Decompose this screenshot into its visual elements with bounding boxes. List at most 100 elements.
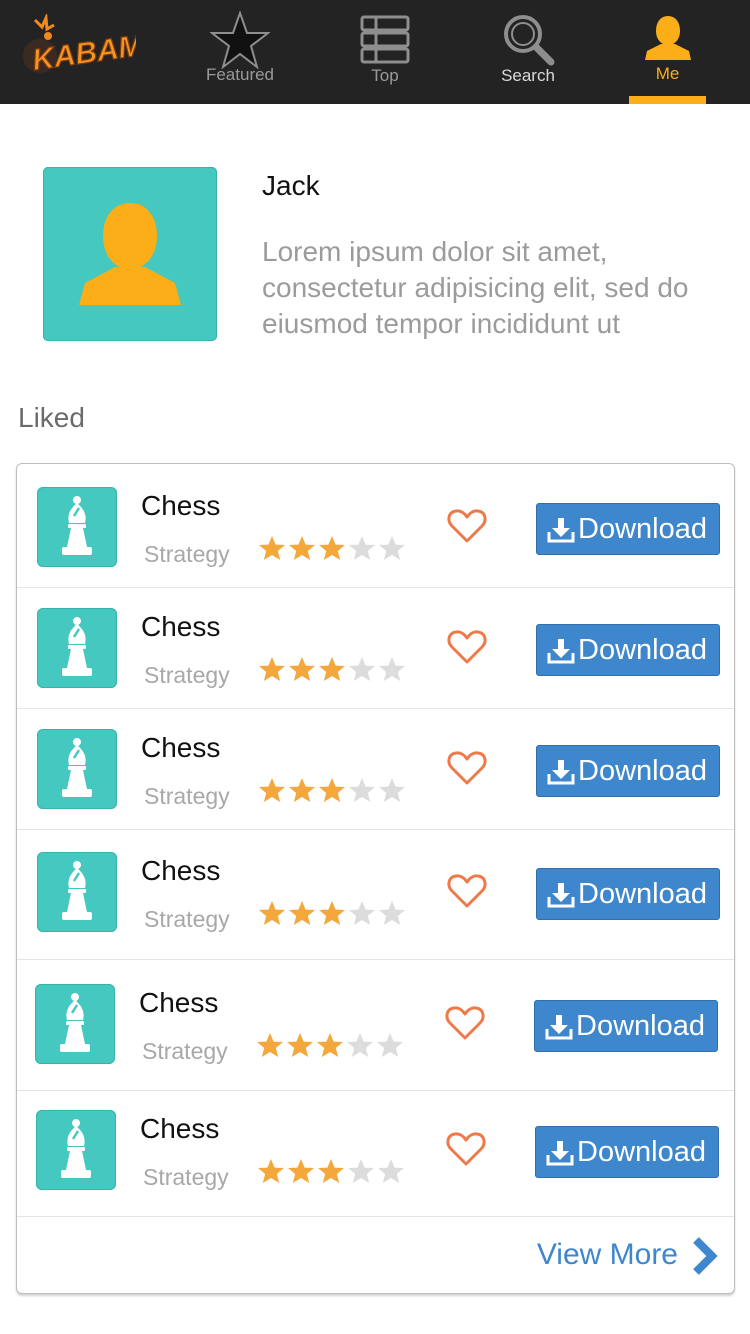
app-name: Chess bbox=[139, 987, 219, 1018]
chess-app-icon[interactable] bbox=[37, 852, 117, 932]
star-icon bbox=[378, 1159, 404, 1183]
star-icon bbox=[289, 657, 315, 681]
star-icon bbox=[289, 901, 315, 925]
chess-bishop-icon bbox=[62, 738, 92, 797]
app-list-item[interactable]: Chess Strategy Download bbox=[17, 1091, 734, 1217]
download-icon bbox=[547, 639, 575, 664]
app-name: Chess bbox=[141, 732, 221, 763]
download-button-label: Download bbox=[578, 634, 707, 666]
star-icon bbox=[289, 536, 315, 560]
search-icon bbox=[504, 15, 555, 66]
star-icon bbox=[259, 778, 285, 802]
chess-bishop-icon bbox=[62, 617, 92, 676]
star-icon bbox=[259, 536, 285, 560]
download-icon bbox=[547, 518, 575, 543]
nav-tab-me[interactable]: Me bbox=[629, 0, 706, 104]
app-category: Strategy bbox=[143, 1164, 229, 1190]
nav-tab-search[interactable]: Search bbox=[488, 0, 568, 104]
chess-app-icon[interactable] bbox=[37, 729, 117, 809]
nav-tab-top[interactable]: Top bbox=[345, 0, 425, 104]
star-icon bbox=[288, 1159, 314, 1183]
app-list-item[interactable]: Chess Strategy Download bbox=[17, 830, 734, 960]
nav-label-top: Top bbox=[371, 66, 399, 85]
download-button-label: Download bbox=[577, 1136, 706, 1168]
chess-bishop-icon bbox=[62, 861, 92, 920]
star-icon bbox=[259, 657, 285, 681]
app-category: Strategy bbox=[144, 783, 230, 809]
chevron-right-icon bbox=[693, 1237, 718, 1275]
star-icon bbox=[210, 11, 270, 69]
app-list-item[interactable]: Chess Strategy Download bbox=[17, 464, 734, 588]
star-icon bbox=[379, 778, 405, 802]
app-list-item[interactable]: Chess Strategy Download bbox=[17, 709, 734, 830]
star-icon bbox=[319, 536, 345, 560]
download-button[interactable]: Download bbox=[536, 868, 720, 920]
list-icon bbox=[360, 15, 410, 64]
download-button[interactable]: Download bbox=[536, 624, 720, 676]
user-icon bbox=[644, 16, 691, 60]
top-nav-bar: KABAM Featured Top Search Me bbox=[0, 0, 750, 104]
star-rating bbox=[257, 656, 407, 682]
star-icon bbox=[349, 778, 375, 802]
app-category: Strategy bbox=[144, 541, 230, 567]
download-icon bbox=[547, 883, 575, 908]
star-icon bbox=[319, 657, 345, 681]
nav-label-featured: Featured bbox=[205, 65, 275, 84]
chess-app-icon[interactable] bbox=[35, 984, 115, 1064]
star-icon bbox=[379, 657, 405, 681]
download-button[interactable]: Download bbox=[534, 1000, 718, 1052]
chess-bishop-icon bbox=[61, 1119, 91, 1178]
star-icon bbox=[319, 778, 345, 802]
star-icon bbox=[348, 1159, 374, 1183]
user-silhouette-icon bbox=[79, 203, 181, 305]
star-icon bbox=[377, 1033, 403, 1057]
star-rating bbox=[257, 900, 407, 926]
profile-avatar[interactable] bbox=[43, 167, 217, 341]
nav-label-me: Me bbox=[655, 64, 680, 83]
chess-app-icon[interactable] bbox=[36, 1110, 116, 1190]
star-icon bbox=[287, 1033, 313, 1057]
star-rating bbox=[257, 777, 407, 803]
active-tab-indicator bbox=[629, 96, 706, 104]
star-rating bbox=[255, 1032, 405, 1058]
chess-app-icon[interactable] bbox=[37, 608, 117, 688]
heart-icon[interactable] bbox=[447, 749, 487, 787]
star-icon bbox=[317, 1033, 343, 1057]
app-list-item[interactable]: Chess Strategy Download bbox=[17, 960, 734, 1091]
heart-icon[interactable] bbox=[446, 1130, 486, 1168]
download-button[interactable]: Download bbox=[535, 1126, 719, 1178]
star-icon bbox=[347, 1033, 373, 1057]
star-icon bbox=[349, 901, 375, 925]
heart-icon[interactable] bbox=[445, 1004, 485, 1042]
star-icon bbox=[259, 901, 285, 925]
heart-icon[interactable] bbox=[447, 872, 487, 910]
chess-app-icon[interactable] bbox=[37, 487, 117, 567]
star-icon bbox=[349, 657, 375, 681]
heart-icon[interactable] bbox=[447, 628, 487, 666]
download-button[interactable]: Download bbox=[536, 503, 720, 555]
heart-icon[interactable] bbox=[447, 507, 487, 545]
app-list-item[interactable]: Chess Strategy Download bbox=[17, 588, 734, 709]
star-icon bbox=[318, 1159, 344, 1183]
star-icon bbox=[289, 778, 315, 802]
download-button-label: Download bbox=[578, 878, 707, 910]
app-name: Chess bbox=[141, 490, 221, 521]
app-name: Chess bbox=[141, 855, 221, 886]
app-category: Strategy bbox=[144, 906, 230, 932]
liked-section-title: Liked bbox=[18, 402, 85, 433]
download-button[interactable]: Download bbox=[536, 745, 720, 797]
nav-tab-featured[interactable]: Featured bbox=[200, 0, 280, 104]
app-name: Chess bbox=[141, 611, 221, 642]
star-icon bbox=[349, 536, 375, 560]
star-icon bbox=[258, 1159, 284, 1183]
star-icon bbox=[379, 536, 405, 560]
star-rating bbox=[257, 535, 407, 561]
app-category: Strategy bbox=[144, 662, 230, 688]
kabam-logo[interactable]: KABAM bbox=[18, 12, 147, 80]
liked-apps-list: Chess Strategy Download Chess Strategy Downlo… bbox=[16, 463, 735, 1294]
download-button-label: Download bbox=[576, 1010, 705, 1042]
chess-bishop-icon bbox=[62, 496, 92, 555]
app-name: Chess bbox=[140, 1113, 220, 1144]
star-icon bbox=[319, 901, 345, 925]
nav-label-search: Search bbox=[501, 66, 555, 85]
